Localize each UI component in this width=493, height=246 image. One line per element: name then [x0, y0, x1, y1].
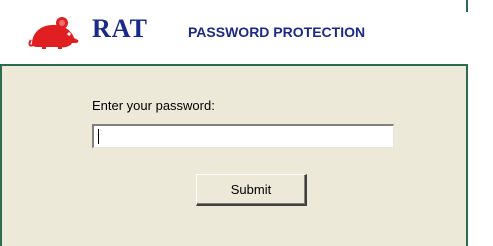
text-caret — [98, 129, 99, 144]
page-title: PASSWORD PROTECTION — [188, 24, 366, 40]
password-input[interactable] — [92, 124, 394, 148]
rat-icon — [28, 17, 79, 49]
panel-left-border — [0, 66, 2, 246]
header: RAT PASSWORD PROTECTION — [0, 0, 468, 64]
submit-button[interactable]: Submit — [196, 174, 307, 206]
password-prompt-label: Enter your password: — [92, 98, 215, 113]
window-edge — [468, 0, 493, 246]
form-panel — [0, 66, 468, 246]
password-window: RAT PASSWORD PROTECTION Enter your passw… — [0, 0, 493, 246]
app-name: RAT — [92, 14, 148, 43]
